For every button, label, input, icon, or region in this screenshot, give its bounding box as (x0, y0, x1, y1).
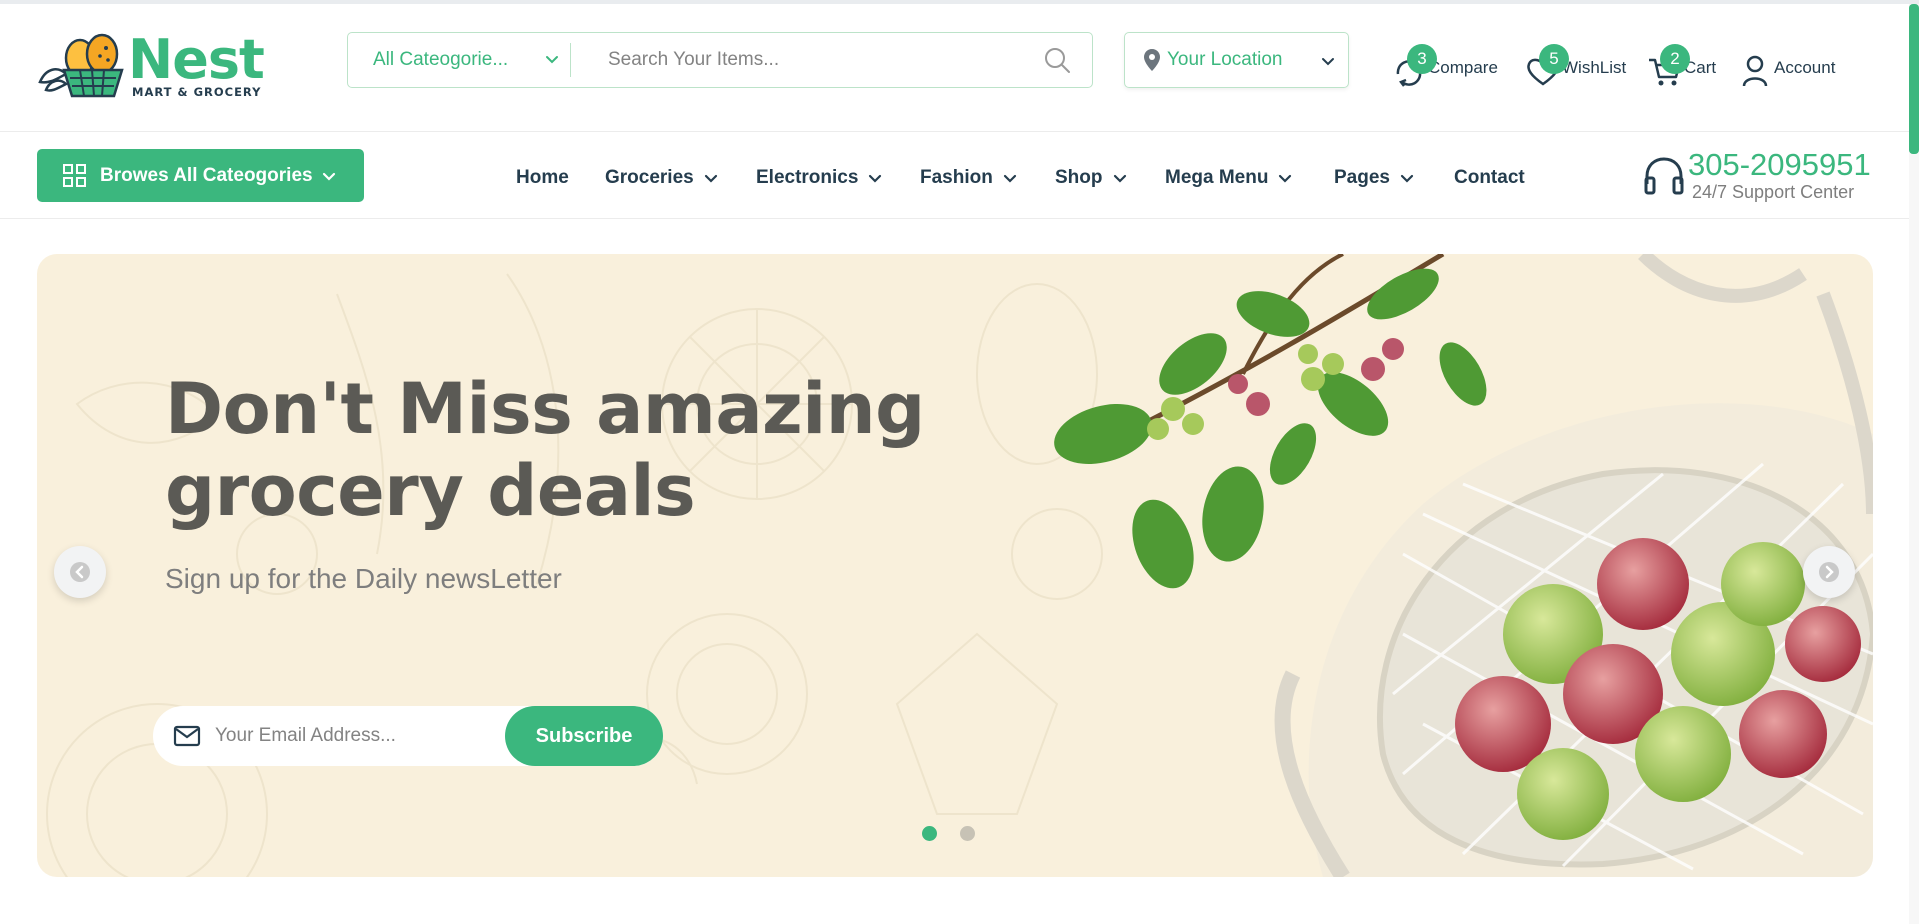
nav-item-shop[interactable]: Shop (1055, 163, 1128, 193)
newsletter-form: Subscribe (153, 706, 663, 766)
location-select[interactable]: Your Location (1124, 32, 1349, 88)
nav-item-groceries[interactable]: Groceries (605, 163, 719, 193)
map-pin-icon (1144, 49, 1160, 71)
account-button[interactable]: Account (1736, 30, 1835, 90)
wishlist-count-badge: 5 (1539, 44, 1569, 74)
browse-categories-button[interactable]: Browes All Cateogories (37, 149, 364, 202)
slider-next-button[interactable] (1803, 546, 1855, 598)
logo-tagline: MART & GROCERY (132, 85, 262, 99)
compare-icon: 3 (1390, 44, 1437, 90)
category-select[interactable]: All Cateogorie... (348, 33, 570, 87)
wishlist-label: WishList (1562, 58, 1627, 77)
nav-item-label: Electronics (756, 167, 859, 188)
chevron-down-icon (546, 56, 558, 64)
support-phone: 305-2095951 (1688, 147, 1871, 182)
nav-item-label: Pages (1334, 167, 1390, 188)
logo-text: Nest MART & GROCERY (128, 28, 265, 100)
slider-dot-2[interactable] (960, 826, 975, 841)
search-input[interactable] (571, 33, 1042, 87)
cart-icon: 2 (1646, 44, 1690, 90)
header-top: Nest MART & GROCERY All Cateogorie... Yo… (0, 4, 1919, 132)
chevron-down-icon (1400, 174, 1414, 183)
chevron-left-icon (70, 562, 90, 582)
chevron-down-icon (704, 174, 717, 183)
heart-icon: 5 (1524, 44, 1569, 90)
nav-item-contact[interactable]: Contact (1454, 163, 1525, 193)
chevron-down-icon (1279, 174, 1292, 183)
slider-prev-button[interactable] (54, 546, 106, 598)
nav-item-label: Mega Menu (1165, 167, 1269, 188)
hero-title-line-2: grocery deals (165, 450, 696, 532)
search-bar: All Cateogorie... (347, 32, 1093, 88)
mail-icon (173, 725, 201, 747)
chevron-down-icon (869, 174, 882, 183)
chevron-right-icon (1819, 562, 1839, 582)
chevron-down-icon (1322, 58, 1334, 66)
hero-title: Don't Miss amazing grocery deals (165, 368, 925, 532)
grid-icon (63, 163, 86, 187)
nav-item-label: Fashion (920, 167, 993, 188)
hero-slider: Don't Miss amazing grocery deals Sign up… (37, 254, 1873, 877)
headset-icon (1644, 157, 1684, 195)
compare-count-badge: 3 (1407, 44, 1437, 74)
chevron-down-icon (1003, 174, 1016, 183)
page-scrollbar-thumb[interactable] (1909, 4, 1919, 154)
nav-item-mega-menu[interactable]: Mega Menu (1165, 163, 1293, 193)
hero-apple-basket-image (1054, 254, 1873, 877)
main-nav: Browes All Cateogories Home Groceries El… (0, 133, 1919, 219)
support-text: 305-2095951 24/7 Support Center (1688, 149, 1871, 203)
compare-label: Compare (1428, 58, 1498, 77)
logo-basket-icon (38, 33, 124, 98)
nav-item-home[interactable]: Home (516, 163, 569, 193)
logo[interactable]: Nest MART & GROCERY (36, 28, 266, 104)
chevron-down-icon (1113, 174, 1126, 183)
hero-subtitle: Sign up for the Daily newsLetter (165, 563, 562, 594)
nav-item-pages[interactable]: Pages (1334, 163, 1415, 193)
user-icon (1736, 52, 1774, 90)
cart-button[interactable]: 2 Cart (1646, 30, 1716, 90)
search-icon[interactable] (1042, 45, 1072, 75)
browse-categories-label: Browes All Cateogories (100, 164, 313, 186)
account-label: Account (1774, 58, 1836, 77)
logo-name: Nest (128, 28, 265, 91)
category-select-label: All Cateogorie... (373, 49, 509, 70)
cart-count-badge: 2 (1660, 44, 1690, 74)
support-contact[interactable]: 305-2095951 24/7 Support Center (1642, 146, 1871, 206)
compare-button[interactable]: 3 Compare (1390, 30, 1498, 90)
location-label: Your Location (1167, 49, 1283, 70)
hero-title-line-1: Don't Miss amazing (165, 368, 925, 450)
nav-item-fashion[interactable]: Fashion (920, 163, 1018, 193)
slider-dot-1[interactable] (922, 826, 937, 841)
wishlist-button[interactable]: 5 WishList (1524, 30, 1626, 90)
slider-dots (922, 826, 998, 841)
nav-item-label: Home (516, 167, 569, 188)
subscribe-button[interactable]: Subscribe (505, 706, 663, 766)
nav-item-electronics[interactable]: Electronics (756, 163, 883, 193)
nav-item-label: Groceries (605, 167, 694, 188)
chevron-down-icon (322, 172, 335, 181)
nav-item-label: Contact (1454, 167, 1525, 188)
nav-item-label: Shop (1055, 167, 1103, 188)
support-label: 24/7 Support Center (1692, 182, 1855, 202)
